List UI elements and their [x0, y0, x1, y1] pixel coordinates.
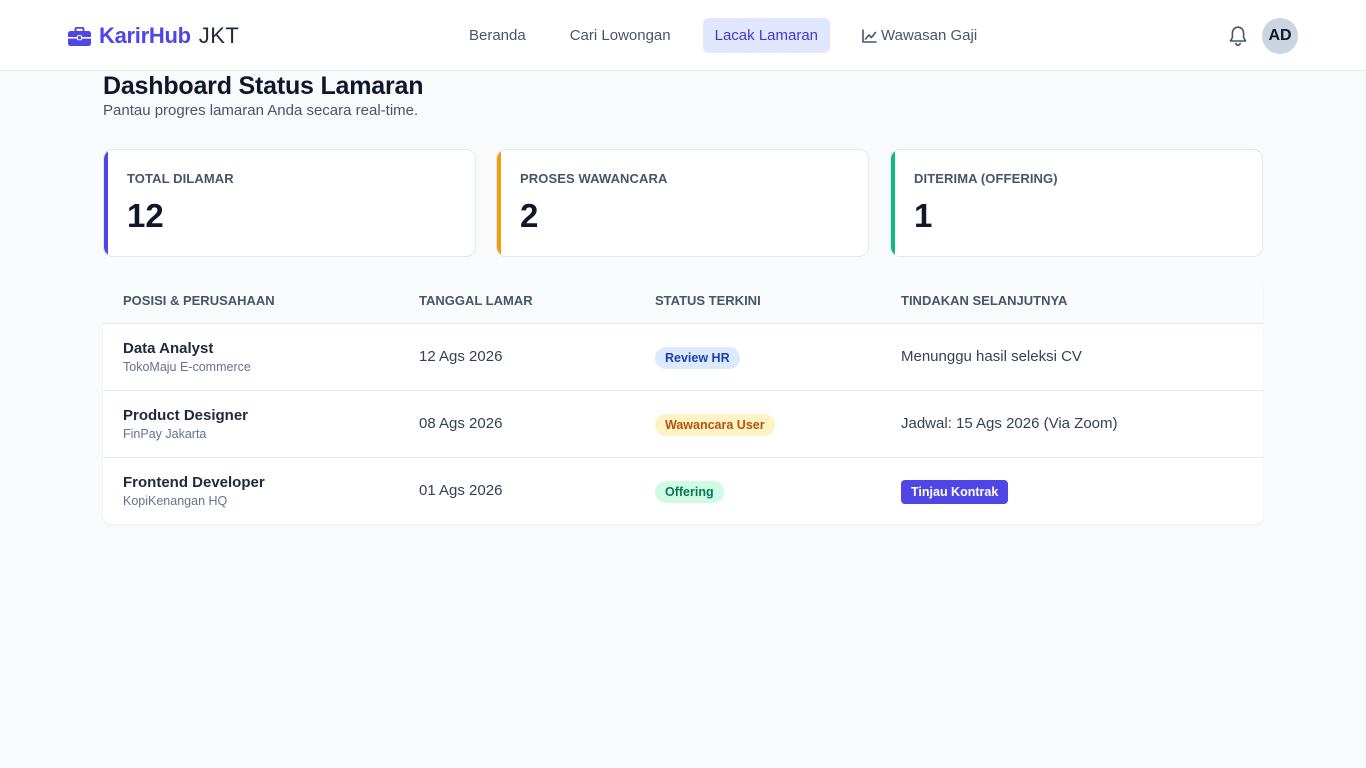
- next-action: Menunggu hasil seleksi CV: [901, 348, 1082, 365]
- table-row[interactable]: Frontend Developer KopiKenangan HQ 01 Ag…: [103, 458, 1263, 524]
- position-cell: Frontend Developer KopiKenangan HQ: [123, 474, 265, 508]
- company-name: FinPay Jakarta: [123, 427, 207, 441]
- nav-item-lacak-lamaran[interactable]: Lacak Lamaran: [702, 18, 831, 53]
- stat-label: PROSES WAWANCARA: [520, 171, 668, 186]
- nav-item-label: Lacak Lamaran: [714, 27, 819, 44]
- next-action: Jadwal: 15 Ags 2026 (Via Zoom): [901, 415, 1118, 432]
- nav-item-cari-lowongan[interactable]: Cari Lowongan: [558, 18, 683, 53]
- stat-value: 2: [520, 197, 539, 234]
- brand-name: KarirHub: [99, 23, 191, 48]
- position-cell: Product Designer FinPay Jakarta: [123, 407, 248, 441]
- apply-date: 01 Ags 2026: [419, 482, 503, 499]
- applications-table: POSISI & PERUSAHAAN TANGGAL LAMAR STATUS…: [103, 277, 1263, 524]
- status-badge: Review HR: [655, 347, 740, 369]
- brand-logo[interactable]: KarirHub JKT: [68, 22, 239, 50]
- position-title: Frontend Developer: [123, 474, 265, 491]
- status-badge: Offering: [655, 481, 724, 503]
- review-contract-button[interactable]: Tinjau Kontrak: [901, 480, 1009, 504]
- stat-accent-bar: [104, 150, 108, 256]
- nav-item-wawasan-gaji[interactable]: Wawasan Gaji: [850, 18, 989, 53]
- position-title: Data Analyst: [123, 340, 214, 357]
- main-nav: Beranda Cari Lowongan Lacak Lamaran Wawa…: [457, 18, 1009, 53]
- nav-item-beranda[interactable]: Beranda: [457, 18, 538, 53]
- top-navbar: KarirHub JKT Beranda Cari Lowongan Lacak…: [0, 0, 1366, 71]
- status-badge: Wawancara User: [655, 414, 775, 436]
- stat-card-diterima: DITERIMA (OFFERING) 1: [890, 149, 1263, 257]
- stat-accent-bar: [891, 150, 895, 256]
- brand-suffix: JKT: [198, 23, 240, 48]
- briefcase-icon: [68, 26, 91, 46]
- nav-item-label: Beranda: [469, 27, 526, 44]
- column-header: TINDAKAN SELANJUTNYA: [901, 293, 1068, 308]
- column-header: POSISI & PERUSAHAAN: [123, 293, 275, 308]
- nav-item-label: Wawasan Gaji: [881, 27, 978, 44]
- bell-icon[interactable]: [1228, 25, 1248, 47]
- stat-value: 1: [914, 197, 933, 234]
- company-name: KopiKenangan HQ: [123, 494, 228, 508]
- stat-accent-bar: [497, 150, 501, 256]
- apply-date: 08 Ags 2026: [419, 415, 503, 432]
- nav-item-label: Cari Lowongan: [569, 27, 671, 44]
- stat-card-total-dilamar: TOTAL DILAMAR 12: [103, 149, 476, 257]
- stat-label: TOTAL DILAMAR: [127, 171, 234, 186]
- apply-date: 12 Ags 2026: [419, 348, 503, 365]
- table-header: POSISI & PERUSAHAAN TANGGAL LAMAR STATUS…: [103, 277, 1263, 324]
- stat-label: DITERIMA (OFFERING): [914, 171, 1058, 186]
- column-header: TANGGAL LAMAR: [419, 293, 533, 308]
- position-cell: Data Analyst TokoMaju E-commerce: [123, 340, 251, 374]
- table-row[interactable]: Data Analyst TokoMaju E-commerce 12 Ags …: [103, 324, 1263, 391]
- page-subtitle: Pantau progres lamaran Anda secara real-…: [103, 102, 419, 119]
- page-title: Dashboard Status Lamaran: [103, 72, 424, 100]
- position-title: Product Designer: [123, 407, 249, 424]
- stat-value: 12: [127, 197, 164, 234]
- company-name: TokoMaju E-commerce: [123, 360, 251, 374]
- chart-line-icon: [862, 28, 877, 43]
- avatar[interactable]: AD: [1262, 18, 1298, 54]
- stat-card-proses-wawancara: PROSES WAWANCARA 2: [496, 149, 869, 257]
- table-row[interactable]: Product Designer FinPay Jakarta 08 Ags 2…: [103, 391, 1263, 458]
- column-header: STATUS TERKINI: [655, 293, 761, 308]
